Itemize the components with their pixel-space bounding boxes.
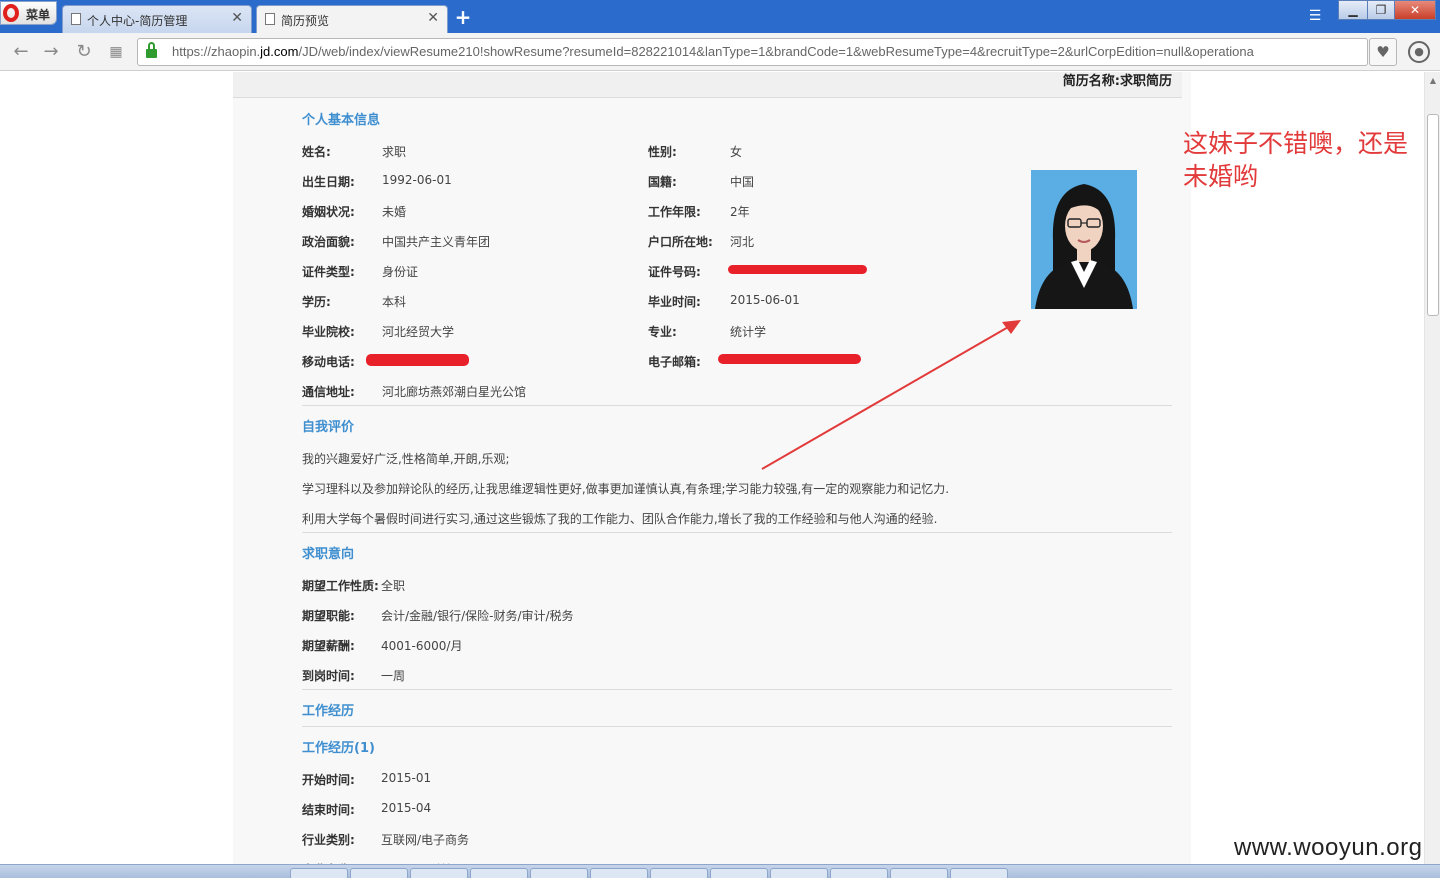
tab-resume-management[interactable]: 个人中心-简历管理 ✕: [62, 5, 252, 33]
tab-bar: 菜单 个人中心-简历管理 ✕ 简历预览 ✕ + ☰ ▁ ❐ ✕: [0, 0, 1440, 33]
close-tab-icon[interactable]: ✕: [427, 10, 439, 26]
minimize-button[interactable]: ▁: [1338, 0, 1368, 20]
tab-label: 简历预览: [281, 14, 330, 28]
new-tab-button[interactable]: +: [451, 6, 475, 28]
restore-button[interactable]: ❐: [1367, 0, 1395, 20]
url-text: https://zhaopin.jd.com/JD/web/index/view…: [172, 44, 1254, 59]
close-tab-icon[interactable]: ✕: [231, 10, 243, 26]
tab-list-icon[interactable]: ☰: [1306, 8, 1324, 24]
address-bar[interactable]: https://zhaopin.jd.com/JD/web/index/view…: [137, 38, 1368, 66]
menu-label: 菜单: [26, 8, 51, 22]
close-window-button[interactable]: ✕: [1394, 0, 1436, 20]
speed-dial-icon[interactable]: ▦: [105, 41, 127, 63]
bookmark-heart-icon[interactable]: ♥: [1369, 38, 1397, 66]
tab-resume-preview[interactable]: 简历预览 ✕: [256, 5, 448, 33]
profile-icon[interactable]: ●: [1408, 41, 1430, 63]
annotation-text: 这妹子不错噢，还是 未婚哟: [1183, 129, 1409, 191]
taskbar: [0, 864, 1440, 878]
forward-icon[interactable]: →: [40, 41, 62, 63]
scroll-up-icon[interactable]: ▲: [1428, 76, 1438, 86]
scrollbar-thumb[interactable]: [1427, 114, 1439, 316]
browser-logo-icon: [3, 4, 19, 22]
back-icon[interactable]: ←: [10, 41, 32, 63]
page-scrollbar[interactable]: ▲: [1424, 72, 1440, 878]
toolbar: ← → ↻ ▦ https://zhaopin.jd.com/JD/web/in…: [0, 33, 1440, 71]
tab-label: 个人中心-简历管理: [87, 14, 188, 28]
lock-icon: [146, 42, 157, 58]
page-icon: [71, 13, 81, 25]
watermark: www.wooyun.org: [1234, 834, 1423, 861]
page-icon: [265, 13, 275, 25]
reload-icon[interactable]: ↻: [73, 41, 95, 63]
browser-menu-button[interactable]: 菜单: [0, 1, 57, 25]
